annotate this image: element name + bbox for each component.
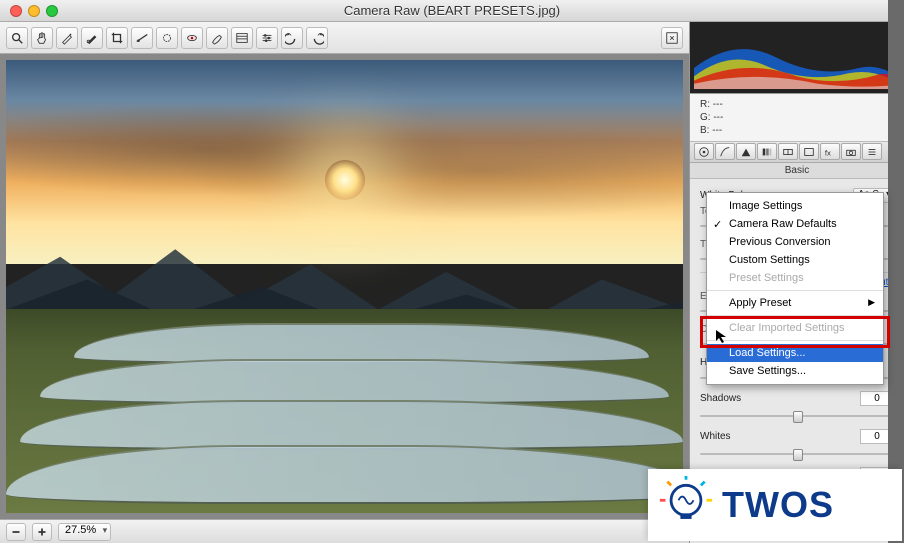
tab-detail-icon[interactable]	[736, 143, 756, 160]
svg-text:fx: fx	[825, 148, 831, 157]
tab-lens-icon[interactable]	[799, 143, 819, 160]
crop-tool-icon[interactable]	[106, 27, 128, 49]
zoom-out-icon[interactable]	[6, 523, 26, 541]
rgb-readout: R: --- G: --- B: ---	[690, 94, 904, 142]
cursor-icon	[714, 328, 730, 347]
watermark-text: TWOS	[722, 484, 834, 526]
tab-basic-icon[interactable]	[694, 143, 714, 160]
adjustment-brush-tool-icon[interactable]	[206, 27, 228, 49]
menu-previous-conversion[interactable]: Previous Conversion	[707, 233, 883, 251]
tab-curve-icon[interactable]	[715, 143, 735, 160]
shadows-label: Shadows	[700, 393, 860, 404]
menu-preset-settings: Preset Settings	[707, 269, 883, 287]
window-right-edge	[888, 0, 904, 543]
menu-save-settings[interactable]: Save Settings...	[707, 362, 883, 380]
menu-image-settings[interactable]: Image Settings	[707, 197, 883, 215]
tab-fx-icon[interactable]: fx	[820, 143, 840, 160]
white-balance-tool-icon[interactable]	[56, 27, 78, 49]
hand-tool-icon[interactable]	[31, 27, 53, 49]
menu-apply-preset[interactable]: Apply Preset	[707, 294, 883, 312]
menu-load-settings[interactable]: Load Settings...	[707, 344, 883, 362]
menu-clear-imported: Clear Imported Settings	[707, 319, 883, 337]
window-title: Camera Raw (BEART PRESETS.jpg)	[344, 3, 560, 18]
window-controls	[10, 5, 58, 17]
spot-removal-tool-icon[interactable]	[156, 27, 178, 49]
image-preview[interactable]	[0, 54, 689, 519]
zoom-tool-icon[interactable]	[6, 27, 28, 49]
top-toolbar	[0, 22, 689, 54]
toggle-fullscreen-icon[interactable]	[661, 27, 683, 49]
lightbulb-icon	[658, 476, 714, 535]
graduated-filter-tool-icon[interactable]	[231, 27, 253, 49]
panel-title: Basic	[690, 163, 904, 179]
shadows-slider[interactable]	[700, 409, 894, 423]
red-eye-tool-icon[interactable]	[181, 27, 203, 49]
zoom-button[interactable]	[46, 5, 58, 17]
watermark: TWOS	[648, 469, 902, 541]
rotate-cw-icon[interactable]	[306, 27, 328, 49]
tab-hsl-icon[interactable]	[757, 143, 777, 160]
tab-camera-icon[interactable]	[841, 143, 861, 160]
close-button[interactable]	[10, 5, 22, 17]
zoom-in-icon[interactable]	[32, 523, 52, 541]
bottom-bar: 27.5%	[0, 519, 689, 543]
titlebar: Camera Raw (BEART PRESETS.jpg)	[0, 0, 904, 22]
whites-label: Whites	[700, 431, 860, 442]
minimize-button[interactable]	[28, 5, 40, 17]
menu-custom-settings[interactable]: Custom Settings	[707, 251, 883, 269]
tab-split-icon[interactable]	[778, 143, 798, 160]
histogram[interactable]	[690, 22, 904, 94]
rotate-ccw-icon[interactable]	[281, 27, 303, 49]
zoom-level-select[interactable]: 27.5%	[58, 523, 111, 541]
color-sampler-tool-icon[interactable]	[81, 27, 103, 49]
whites-slider[interactable]	[700, 447, 894, 461]
tab-presets-icon[interactable]	[862, 143, 882, 160]
menu-camera-raw-defaults[interactable]: Camera Raw Defaults	[707, 215, 883, 233]
image-panel: 27.5%	[0, 22, 690, 543]
straighten-tool-icon[interactable]	[131, 27, 153, 49]
panel-flyout-menu: Image Settings Camera Raw Defaults Previ…	[706, 192, 884, 385]
preferences-icon[interactable]	[256, 27, 278, 49]
panel-tabstrip: fx	[690, 142, 904, 163]
